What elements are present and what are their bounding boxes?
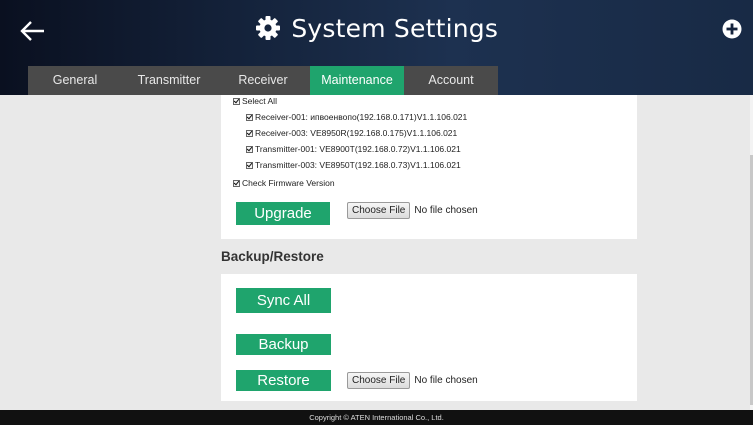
device-label: Transmitter-003: VE8950T(192.168.0.73)V1…	[255, 160, 461, 170]
restore-file-picker[interactable]: Choose File No file chosen	[347, 372, 478, 389]
page-title: System Settings	[291, 14, 499, 43]
backup-restore-card: Sync All Backup Restore Choose File No f…	[221, 274, 637, 401]
upgrade-button[interactable]: Upgrade	[236, 202, 330, 225]
tab-transmitter[interactable]: Transmitter	[122, 66, 216, 95]
device-checkbox[interactable]	[246, 145, 253, 153]
firmware-upgrade-card: Select All Receiver-001: ипвоенвопо(192.…	[221, 95, 637, 239]
check-firmware-label: Check Firmware Version	[242, 178, 335, 188]
backup-restore-heading: Backup/Restore	[221, 249, 324, 264]
backup-button[interactable]: Backup	[236, 334, 331, 355]
device-checkbox[interactable]	[246, 129, 253, 137]
file-status-text: No file chosen	[414, 375, 478, 386]
choose-file-button[interactable]: Choose File	[347, 372, 411, 389]
device-label: Transmitter-001: VE8900T(192.168.0.72)V1…	[255, 144, 461, 154]
tab-account[interactable]: Account	[404, 66, 498, 95]
device-checkbox[interactable]	[246, 113, 253, 121]
firmware-file-picker[interactable]: Choose File No file chosen	[347, 202, 478, 219]
device-checkbox-row[interactable]: Receiver-003: VE8950R(192.168.0.175)V1.1…	[246, 128, 457, 138]
tab-maintenance[interactable]: Maintenance	[310, 66, 404, 95]
select-all-label: Select All	[242, 96, 277, 106]
device-checkbox-row[interactable]: Receiver-001: ипвоенвопо(192.168.0.171)V…	[246, 112, 467, 122]
app-header: System Settings General Transmitter Rece…	[0, 0, 753, 95]
gear-icon	[255, 16, 280, 40]
footer: Copyright © ATEN International Co., Ltd.	[0, 410, 753, 425]
main-content: Select All Receiver-001: ипвоенвопо(192.…	[0, 95, 750, 410]
device-label: Receiver-003: VE8950R(192.168.0.175)V1.1…	[255, 128, 458, 138]
check-firmware-checkbox-row[interactable]: Check Firmware Version	[233, 178, 335, 188]
tab-general[interactable]: General	[28, 66, 122, 95]
select-all-checkbox-row[interactable]: Select All	[233, 96, 277, 106]
choose-file-button[interactable]: Choose File	[347, 202, 411, 219]
restore-button[interactable]: Restore	[236, 370, 331, 391]
page-title-group: System Settings	[0, 14, 753, 43]
plus-circle-icon[interactable]	[722, 19, 742, 39]
settings-tabs: General Transmitter Receiver Maintenance…	[28, 66, 498, 95]
device-label: Receiver-001: ипвоенвопо(192.168.0.171)V…	[255, 112, 468, 122]
select-all-checkbox[interactable]	[233, 97, 240, 105]
copyright-text: Copyright © ATEN International Co., Ltd.	[309, 413, 444, 422]
check-firmware-checkbox[interactable]	[233, 179, 240, 187]
file-status-text: No file chosen	[414, 205, 478, 216]
tab-receiver[interactable]: Receiver	[216, 66, 310, 95]
sync-all-button[interactable]: Sync All	[236, 288, 331, 313]
device-checkbox[interactable]	[246, 161, 253, 169]
device-checkbox-row[interactable]: Transmitter-003: VE8950T(192.168.0.73)V1…	[246, 160, 461, 170]
device-checkbox-row[interactable]: Transmitter-001: VE8900T(192.168.0.72)V1…	[246, 144, 461, 154]
